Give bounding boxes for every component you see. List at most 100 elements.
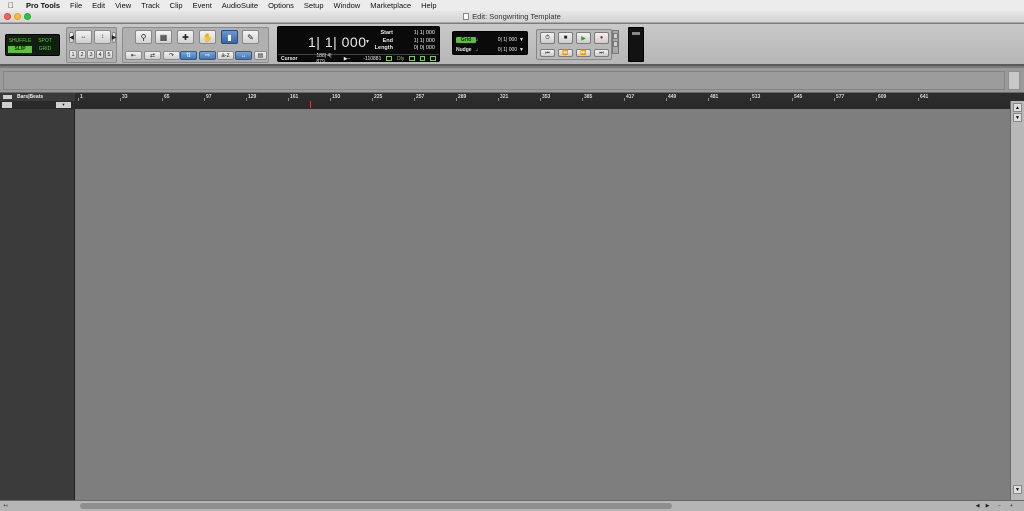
go-to-end-icon[interactable]: ⏭ <box>594 49 609 57</box>
vertical-scrollbar[interactable]: ▲ ▼ ▼ <box>1010 101 1024 500</box>
zoom-forward-icon[interactable]: ▶ <box>112 32 116 43</box>
ruler-icon <box>3 95 12 99</box>
mirror-midi-icon[interactable]: ⇄ <box>144 51 161 60</box>
zoom-preset-1[interactable]: 1 <box>69 50 77 59</box>
ruler-tick-label: 65 <box>164 94 170 100</box>
scroll-left-icon[interactable]: ↤ <box>2 503 9 510</box>
grabber-tool-icon[interactable]: ✋ <box>199 30 216 44</box>
delay-comp-label[interactable]: Dly <box>397 56 404 62</box>
menu-window[interactable]: Window <box>334 1 361 10</box>
fast-forward-icon[interactable]: ⏩ <box>576 49 591 57</box>
zoom-preset-2[interactable]: 2 <box>78 50 86 59</box>
nudge-label: Nudge <box>456 46 472 53</box>
mode-icon-3[interactable] <box>430 56 436 61</box>
zoom-preset-5[interactable]: 5 <box>105 50 113 59</box>
play-button-icon[interactable]: ▶ <box>576 32 591 44</box>
mode-icon-1[interactable] <box>409 56 415 61</box>
spot-mode-button[interactable]: SPOT <box>33 37 57 45</box>
menu-audiosuite[interactable]: AudioSuite <box>222 1 258 10</box>
menu-edit[interactable]: Edit <box>92 1 105 10</box>
zoom-preset-3[interactable]: 3 <box>87 50 95 59</box>
horizontal-scrollbar[interactable]: ↤ ◀ ▶ − + <box>0 500 1024 511</box>
scrubber-tool-icon[interactable]: ▮ <box>221 30 238 44</box>
link-track-icon[interactable]: ⇅ <box>180 51 197 60</box>
menu-view[interactable]: View <box>115 1 131 10</box>
waveform-icon: ▶– <box>343 55 351 62</box>
ruler-tick-label: 289 <box>458 94 467 100</box>
ruler-tick-label: 353 <box>542 94 551 100</box>
meter-cell-top[interactable] <box>613 33 618 39</box>
menu-help[interactable]: Help <box>421 1 436 10</box>
menu-track[interactable]: Track <box>141 1 159 10</box>
meter-cell-bottom[interactable] <box>613 41 618 47</box>
selection-labels: Start End Length <box>373 30 393 53</box>
zoom-back-icon[interactable]: ◀ <box>69 32 74 43</box>
zoom-out-vertical-icon[interactable]: ▼ <box>1013 113 1022 122</box>
counter-format-dropdown-icon[interactable]: ▼ <box>365 39 370 45</box>
insertion-follows-playback-icon[interactable]: ⇨ <box>199 51 216 60</box>
end-value[interactable]: 1| 1| 000 <box>414 38 435 46</box>
grid-mode-button[interactable]: GRID <box>33 45 57 53</box>
edit-window-canvas[interactable] <box>76 109 1010 500</box>
start-value[interactable]: 1| 1| 000 <box>414 30 435 38</box>
trim-tool-icon[interactable]: ▦ <box>155 30 172 44</box>
menu-marketplace[interactable]: Marketplace <box>370 1 411 10</box>
grid-value[interactable]: 0| 1| 000 <box>486 37 517 43</box>
horizontal-scroll-thumb[interactable] <box>80 503 672 509</box>
zoomer-tool-icon[interactable]: ⚲ <box>135 30 152 44</box>
ruler-label-text: Bars|Beats <box>17 94 44 100</box>
selector-tool-icon[interactable]: ✚ <box>177 30 194 44</box>
record-button-icon[interactable]: ● <box>594 32 609 44</box>
output-level-meter <box>628 27 644 62</box>
rewind-icon[interactable]: ⏪ <box>558 49 573 57</box>
universe-scroll[interactable] <box>1008 71 1020 90</box>
grid-dropdown-icon[interactable]: ▼ <box>519 37 524 43</box>
zoom-in-vertical-icon[interactable]: ▲ <box>1013 103 1022 112</box>
menu-setup[interactable]: Setup <box>304 1 324 10</box>
zoom-preset-4[interactable]: 4 <box>96 50 104 59</box>
tab-to-transient-icon[interactable]: ⇤ <box>125 51 142 60</box>
pencil-tool-icon[interactable]: ✎ <box>242 30 259 44</box>
horizontal-zoom-icon[interactable]: ↔ <box>75 30 92 44</box>
end-label: End <box>382 37 393 44</box>
mini-counter-icon[interactable] <box>386 56 392 61</box>
apple-menu-icon[interactable]:  <box>8 1 18 10</box>
ruler-tick-label: 449 <box>668 94 677 100</box>
stop-button-icon[interactable]: ■ <box>558 32 573 44</box>
cursor-sample-value: -110881 <box>363 55 382 62</box>
menu-event[interactable]: Event <box>193 1 212 10</box>
zoom-horizontal-minus-icon[interactable]: − <box>996 503 1003 510</box>
scroll-down-icon[interactable]: ▼ <box>1013 485 1022 494</box>
online-icon[interactable]: ⏱ <box>540 32 555 44</box>
length-value[interactable]: 0| 0| 000 <box>414 45 435 53</box>
bars-beats-ruler[interactable]: Bars|Beats 1 33 65 97 129 161 193 225 257 289 321 3… <box>0 93 1024 101</box>
commands-keyboard-focus-icon[interactable]: ▤ <box>254 51 267 60</box>
mode-icon-2[interactable] <box>419 56 426 61</box>
zoom-toggle-icon[interactable]: ↔ <box>235 51 252 60</box>
grid-toggle[interactable]: Grid <box>456 36 476 43</box>
menu-file[interactable]: File <box>70 1 82 10</box>
track-height-icon[interactable]: ▾ <box>56 102 71 108</box>
zoom-horizontal-plus-icon[interactable]: + <box>1008 503 1015 510</box>
nudge-dropdown-icon[interactable]: ▼ <box>519 47 524 53</box>
vertical-zoom-icon[interactable]: ↕ <box>94 30 111 44</box>
menu-options[interactable]: Options <box>268 1 294 10</box>
edit-toolbar: SHUFFLE SPOT SLIP GRID ◀ ↔ ↕ ▶ 1 2 3 4 5… <box>0 24 1024 66</box>
universe-strip <box>0 68 1024 93</box>
menu-pro-tools[interactable]: Pro Tools <box>26 1 60 10</box>
track-names-column <box>0 109 75 500</box>
main-counter-value[interactable]: 1| 1| 000 <box>308 34 366 50</box>
cursor-readout: Cursor 188| 4| 879 ▶– -110881 Dly <box>281 53 436 65</box>
keyboard-focus-icon[interactable]: a-z <box>217 51 234 60</box>
track-list-toggle-icon[interactable] <box>2 102 12 108</box>
meter-clip-indicator[interactable] <box>632 32 640 35</box>
shuffle-mode-button[interactable]: SHUFFLE <box>8 37 32 45</box>
link-timeline-icon[interactable]: ↷ <box>163 51 180 60</box>
universe-view[interactable] <box>3 71 1005 90</box>
scroll-right-arrow-icon[interactable]: ▶ <box>984 503 991 510</box>
scroll-left-arrow-icon[interactable]: ◀ <box>974 503 981 510</box>
menu-clip[interactable]: Clip <box>170 1 183 10</box>
nudge-value[interactable]: 0| 1| 000 <box>486 47 517 53</box>
return-to-zero-icon[interactable]: ⏮ <box>540 49 555 57</box>
slip-mode-button[interactable]: SLIP <box>8 45 32 53</box>
